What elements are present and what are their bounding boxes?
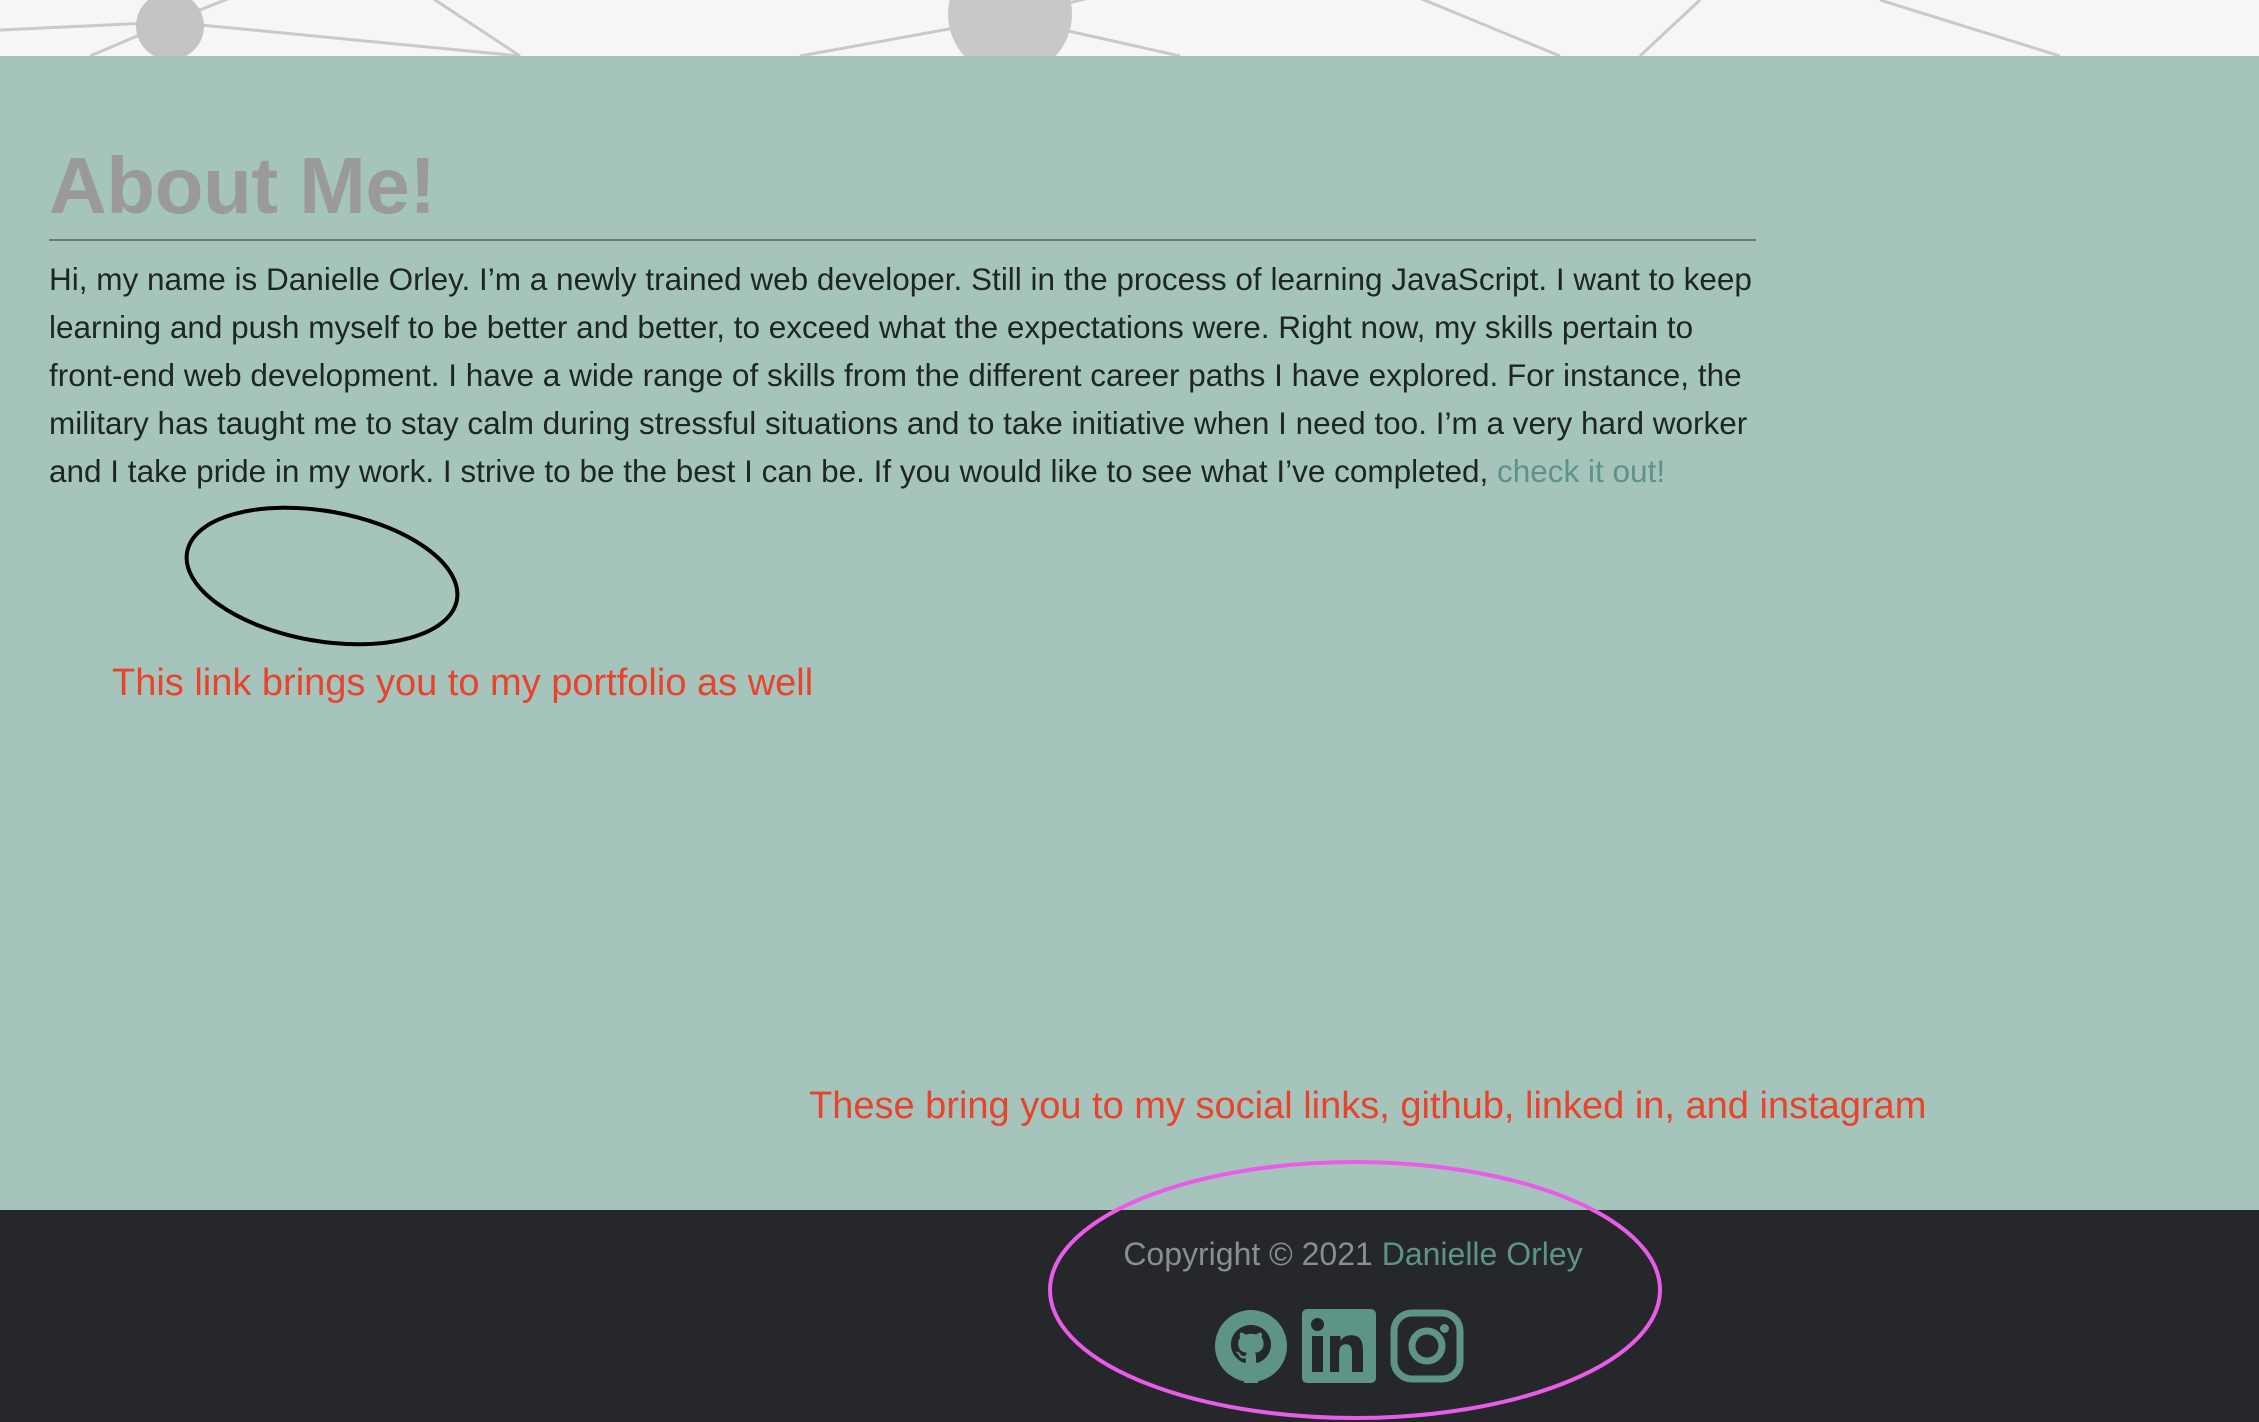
github-icon xyxy=(1215,1310,1287,1383)
footer: Copyright © 2021 Danielle Orley xyxy=(0,1210,2259,1422)
about-paragraph: Hi, my name is Danielle Orley. I’m a new… xyxy=(49,255,1769,495)
network-graph-decoration xyxy=(0,0,2061,56)
github-link[interactable] xyxy=(1214,1309,1288,1383)
heading-divider xyxy=(49,239,1756,241)
copyright-text: Copyright © 2021 Danielle Orley xyxy=(0,1236,2259,1273)
annotation-link-note: This link brings you to my portfolio as … xyxy=(112,662,814,704)
social-links xyxy=(1214,1309,1464,1383)
linkedin-link[interactable] xyxy=(1302,1309,1376,1383)
footer-name-link[interactable]: Danielle Orley xyxy=(1382,1236,1583,1272)
copyright-prefix: Copyright © 2021 xyxy=(1123,1236,1382,1272)
instagram-link[interactable] xyxy=(1390,1309,1464,1383)
page: About Me! Hi, my name is Danielle Orley.… xyxy=(0,0,2259,1422)
portfolio-link[interactable]: check it out! xyxy=(1497,453,1665,489)
annotation-social-note: These bring you to my social links, gith… xyxy=(809,1085,1927,1127)
instagram-icon xyxy=(1390,1309,1464,1383)
hero-banner-strip xyxy=(0,0,2259,56)
page-title: About Me! xyxy=(49,141,436,230)
linkedin-icon xyxy=(1302,1309,1376,1383)
